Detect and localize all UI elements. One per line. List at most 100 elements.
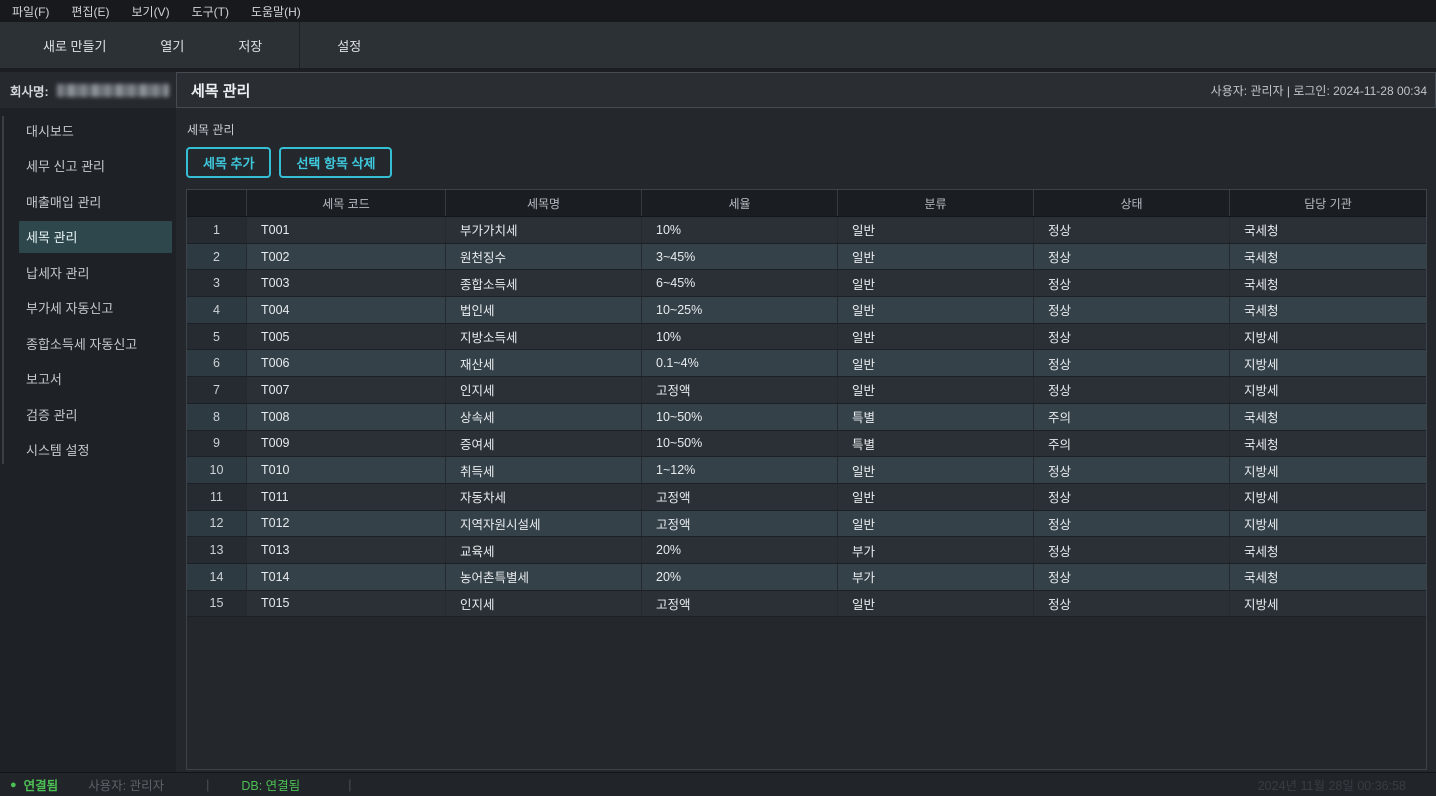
connection-status: 연결됨 bbox=[24, 775, 59, 794]
cell-status: 정상 bbox=[1034, 270, 1230, 296]
cell-name: 농어촌특별세 bbox=[446, 564, 642, 590]
cell-rate: 고정액 bbox=[642, 377, 838, 403]
cell-status: 정상 bbox=[1034, 591, 1230, 617]
table-row[interactable]: 8 T008 상속세 10~50% 특별 주의 국세청 bbox=[187, 404, 1426, 431]
table-row[interactable]: 7 T007 인지세 고정액 일반 정상 지방세 bbox=[187, 377, 1426, 404]
table-row[interactable]: 3 T003 종합소득세 6~45% 일반 정상 국세청 bbox=[187, 270, 1426, 297]
connection-dot-icon: ● bbox=[10, 779, 17, 791]
cell-name: 증여세 bbox=[446, 431, 642, 457]
table-row[interactable]: 1 T001 부가가치세 10% 일반 정상 국세청 bbox=[187, 217, 1426, 244]
cell-category: 일반 bbox=[838, 591, 1034, 617]
table-row[interactable]: 11 T011 자동차세 고정액 일반 정상 지방세 bbox=[187, 484, 1426, 511]
cell-rate: 20% bbox=[642, 564, 838, 590]
cell-rate: 10~25% bbox=[642, 297, 838, 323]
menu-item[interactable]: 파일(F) bbox=[1, 0, 60, 22]
company-label: 회사명: bbox=[10, 81, 49, 100]
cell-rownum: 3 bbox=[187, 270, 247, 296]
cell-category: 부가 bbox=[838, 537, 1034, 563]
cell-agency: 지방세 bbox=[1230, 484, 1426, 510]
table-row[interactable]: 5 T005 지방소득세 10% 일반 정상 지방세 bbox=[187, 324, 1426, 351]
table-row[interactable]: 14 T014 농어촌특별세 20% 부가 정상 국세청 bbox=[187, 564, 1426, 591]
sidebar-item[interactable]: 부가세 자동신고 bbox=[19, 292, 172, 324]
table-row[interactable]: 2 T002 원천징수 3~45% 일반 정상 국세청 bbox=[187, 244, 1426, 271]
delete-selected-button[interactable]: 선택 항목 삭제 bbox=[279, 147, 392, 178]
menu-item[interactable]: 도구(T) bbox=[181, 0, 240, 22]
table-body: 1 T001 부가가치세 10% 일반 정상 국세청 2 T002 원천징수 3… bbox=[187, 217, 1426, 617]
cell-category: 일반 bbox=[838, 350, 1034, 376]
column-header[interactable]: 담당 기관 bbox=[1230, 190, 1426, 216]
add-tax-item-button[interactable]: 세목 추가 bbox=[186, 147, 271, 178]
cell-category: 일반 bbox=[838, 377, 1034, 403]
cell-rownum: 8 bbox=[187, 404, 247, 430]
cell-status: 정상 bbox=[1034, 377, 1230, 403]
cell-code: T012 bbox=[247, 511, 446, 537]
column-header-rownum bbox=[187, 190, 247, 216]
table-row[interactable]: 13 T013 교육세 20% 부가 정상 국세청 bbox=[187, 537, 1426, 564]
cell-name: 교육세 bbox=[446, 537, 642, 563]
tax-items-table: 세목 코드 세목명 세율 분류 상태 담당 기관 1 T001 부가가치세 10… bbox=[186, 189, 1427, 770]
cell-rownum: 5 bbox=[187, 324, 247, 350]
sidebar-item[interactable]: 보고서 bbox=[19, 363, 172, 395]
toolbar-button[interactable]: 새로 만들기 bbox=[16, 22, 133, 68]
cell-agency: 국세청 bbox=[1230, 431, 1426, 457]
title-bar: 세목 관리 사용자: 관리자 | 로그인: 2024-11-28 00:34 bbox=[176, 72, 1436, 108]
column-header[interactable]: 세목 코드 bbox=[247, 190, 446, 216]
cell-status: 정상 bbox=[1034, 511, 1230, 537]
cell-rate: 20% bbox=[642, 537, 838, 563]
db-connection-status: DB: 연결됨 bbox=[241, 775, 300, 794]
status-bar: ● 연결됨 사용자: 관리자 | DB: 연결됨 | 2024년 11월 28일… bbox=[0, 772, 1436, 796]
header: 회사명: 세목 관리 사용자: 관리자 | 로그인: 2024-11-28 00… bbox=[0, 72, 1436, 108]
cell-status: 정상 bbox=[1034, 564, 1230, 590]
cell-rate: 고정액 bbox=[642, 511, 838, 537]
settings-button[interactable]: 설정 bbox=[310, 22, 388, 68]
cell-agency: 지방세 bbox=[1230, 511, 1426, 537]
sidebar-item[interactable]: 검증 관리 bbox=[19, 398, 172, 430]
cell-category: 일반 bbox=[838, 217, 1034, 243]
cell-rate: 10% bbox=[642, 324, 838, 350]
cell-name: 상속세 bbox=[446, 404, 642, 430]
cell-agency: 지방세 bbox=[1230, 324, 1426, 350]
cell-name: 자동차세 bbox=[446, 484, 642, 510]
cell-name: 종합소득세 bbox=[446, 270, 642, 296]
cell-name: 원천징수 bbox=[446, 244, 642, 270]
cell-status: 정상 bbox=[1034, 217, 1230, 243]
company-section: 회사명: bbox=[0, 72, 176, 108]
column-header[interactable]: 세율 bbox=[642, 190, 838, 216]
sidebar-item[interactable]: 시스템 설정 bbox=[19, 434, 172, 466]
table-row[interactable]: 6 T006 재산세 0.1~4% 일반 정상 지방세 bbox=[187, 350, 1426, 377]
sidebar-item[interactable]: 세무 신고 관리 bbox=[19, 150, 172, 182]
statusbar-user: 사용자: 관리자 bbox=[88, 775, 164, 794]
table-row[interactable]: 4 T004 법인세 10~25% 일반 정상 국세청 bbox=[187, 297, 1426, 324]
cell-agency: 국세청 bbox=[1230, 564, 1426, 590]
sidebar-item[interactable]: 대시보드 bbox=[19, 114, 172, 146]
sidebar-item[interactable]: 세목 관리 bbox=[19, 221, 172, 253]
section-label: 세목 관리 bbox=[187, 121, 1427, 138]
cell-agency: 국세청 bbox=[1230, 537, 1426, 563]
cell-name: 지역자원시설세 bbox=[446, 511, 642, 537]
column-header[interactable]: 세목명 bbox=[446, 190, 642, 216]
cell-rownum: 4 bbox=[187, 297, 247, 323]
menu-item[interactable]: 도움말(H) bbox=[240, 0, 312, 22]
column-header[interactable]: 분류 bbox=[838, 190, 1034, 216]
menu-item[interactable]: 보기(V) bbox=[120, 0, 180, 22]
menu-item[interactable]: 편집(E) bbox=[60, 0, 120, 22]
column-header[interactable]: 상태 bbox=[1034, 190, 1230, 216]
toolbar-button[interactable]: 저장 bbox=[211, 22, 289, 68]
cell-rate: 고정액 bbox=[642, 484, 838, 510]
table-row[interactable]: 10 T010 취득세 1~12% 일반 정상 지방세 bbox=[187, 457, 1426, 484]
table-row[interactable]: 12 T012 지역자원시설세 고정액 일반 정상 지방세 bbox=[187, 511, 1426, 538]
table-header-row: 세목 코드 세목명 세율 분류 상태 담당 기관 bbox=[187, 190, 1426, 217]
cell-category: 부가 bbox=[838, 564, 1034, 590]
cell-rownum: 10 bbox=[187, 457, 247, 483]
cell-status: 주의 bbox=[1034, 431, 1230, 457]
toolbar: 새로 만들기열기저장 설정 bbox=[0, 22, 1436, 68]
table-row[interactable]: 9 T009 증여세 10~50% 특별 주의 국세청 bbox=[187, 431, 1426, 458]
table-row[interactable]: 15 T015 인지세 고정액 일반 정상 지방세 bbox=[187, 591, 1426, 618]
toolbar-button[interactable]: 열기 bbox=[133, 22, 211, 68]
sidebar-item[interactable]: 납세자 관리 bbox=[19, 256, 172, 288]
cell-agency: 지방세 bbox=[1230, 350, 1426, 376]
sidebar-item[interactable]: 매출매입 관리 bbox=[19, 185, 172, 217]
cell-status: 정상 bbox=[1034, 537, 1230, 563]
cell-category: 일반 bbox=[838, 457, 1034, 483]
sidebar-item[interactable]: 종합소득세 자동신고 bbox=[19, 327, 172, 359]
